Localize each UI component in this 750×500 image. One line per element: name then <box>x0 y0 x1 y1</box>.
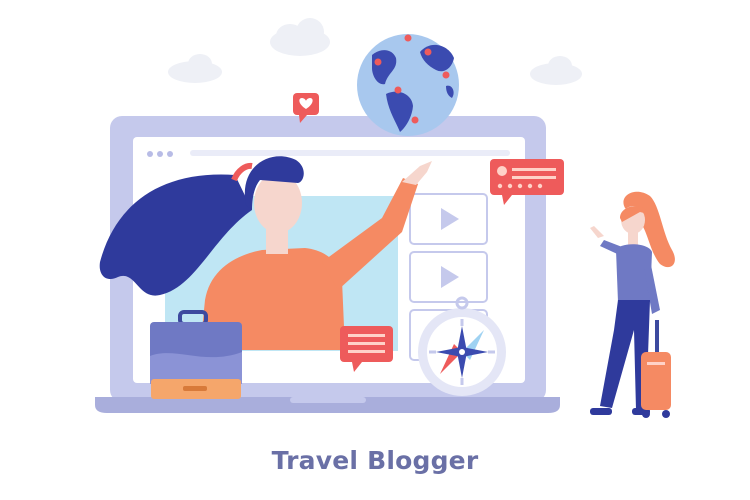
laptop-notch <box>290 397 366 403</box>
globe-icon <box>357 34 459 136</box>
suitcase-icon <box>150 310 242 399</box>
traveler-woman <box>590 191 675 418</box>
caption-title: Travel Blogger <box>271 446 479 475</box>
video-thumbnail[interactable] <box>409 193 488 245</box>
cloud-icon <box>530 56 582 85</box>
browser-dots <box>147 151 173 157</box>
travel-blogger-illustration <box>95 18 675 418</box>
cloud-icon <box>270 18 330 56</box>
video-thumbnail[interactable] <box>409 251 488 303</box>
browser-address-bar <box>190 150 510 156</box>
cloud-icon <box>168 54 222 83</box>
